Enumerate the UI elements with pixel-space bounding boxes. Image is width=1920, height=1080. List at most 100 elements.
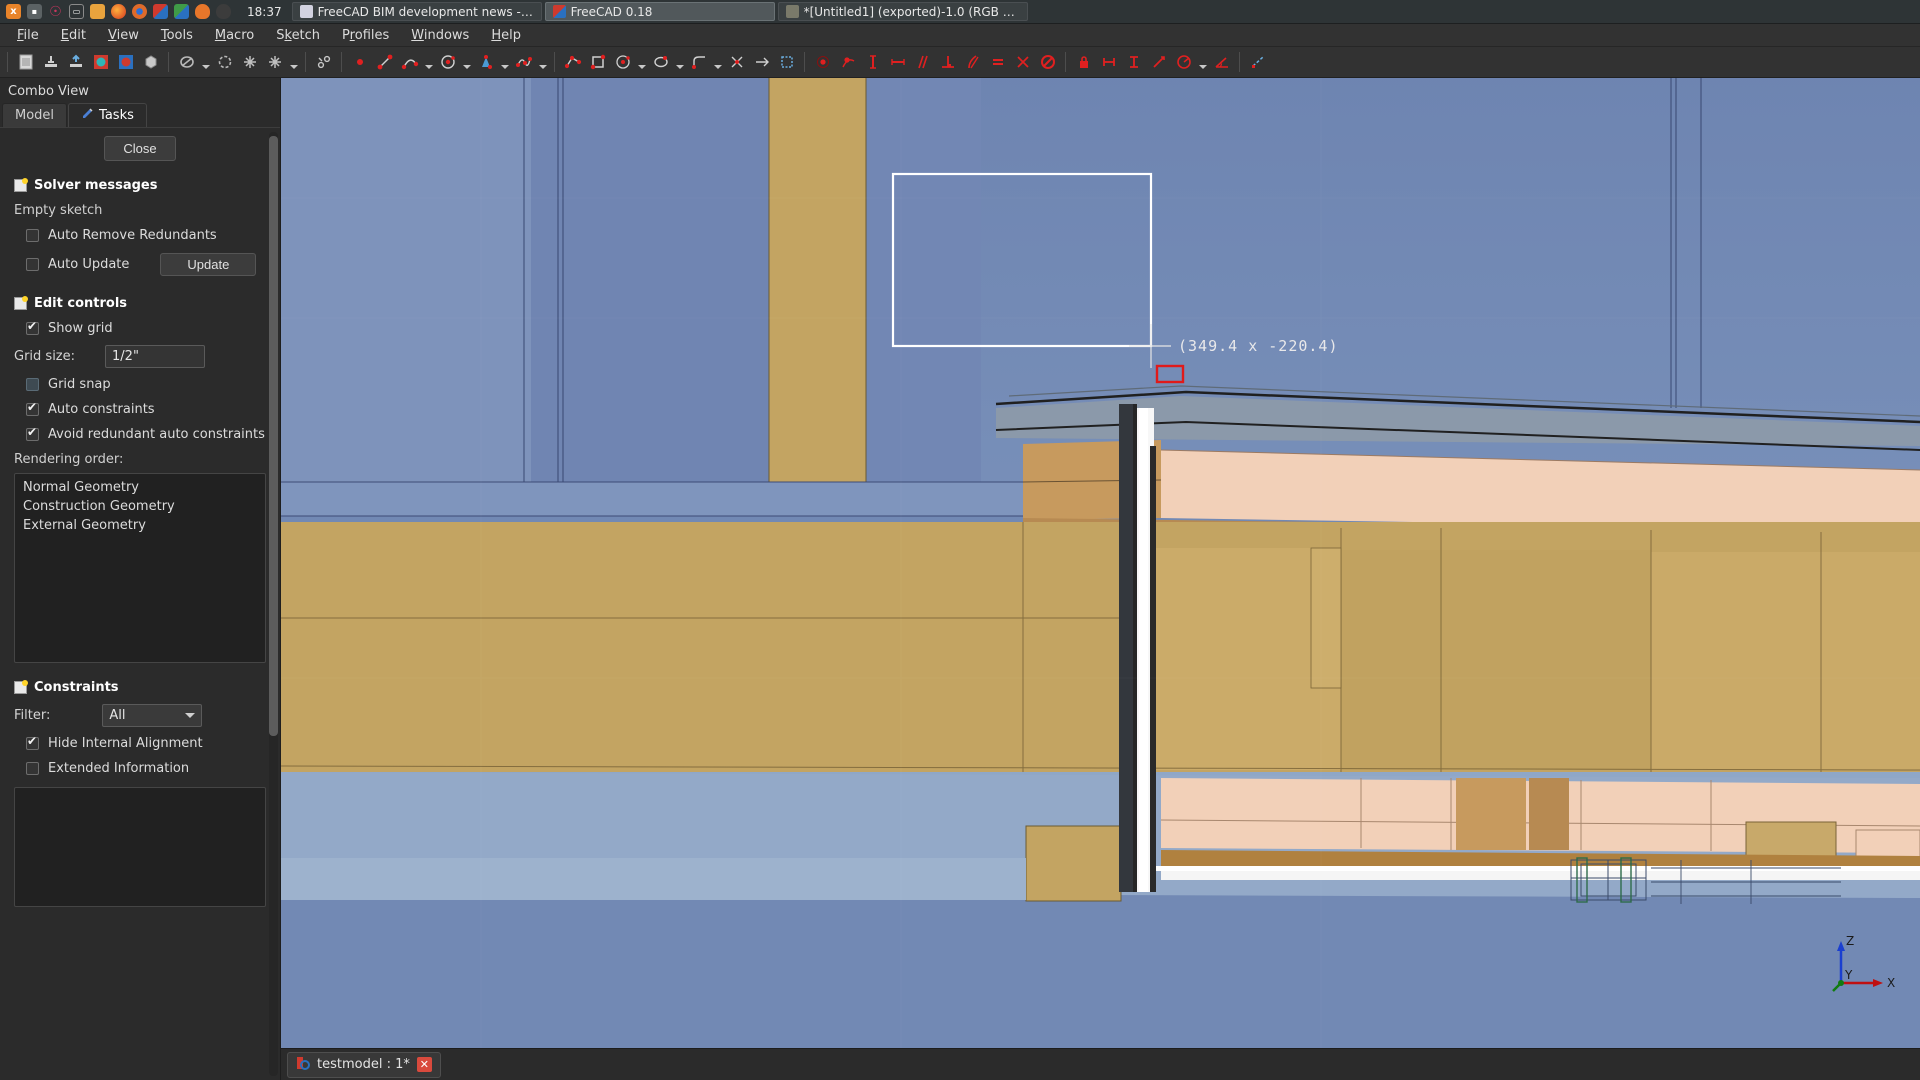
list-item[interactable]: External Geometry — [15, 516, 265, 535]
constrain-lock-icon[interactable] — [1071, 50, 1096, 75]
create-rectangle-icon[interactable] — [585, 50, 610, 75]
create-bspline-icon[interactable] — [511, 50, 536, 75]
hide-internal-alignment-row[interactable]: Hide Internal Alignment — [0, 731, 280, 756]
menu-windows[interactable]: Windows — [400, 25, 480, 46]
constrain-vertical-icon[interactable] — [860, 50, 885, 75]
menu-edit[interactable]: Edit — [50, 25, 97, 46]
app-launcher-blender-icon[interactable] — [195, 4, 210, 19]
menu-tools[interactable]: Tools — [150, 25, 204, 46]
grid-size-stepper[interactable]: ▲ ▼ — [105, 345, 205, 368]
app-launcher-firefox-icon[interactable] — [111, 4, 126, 19]
avoid-redundant-checkbox[interactable] — [26, 428, 39, 441]
extend-edge-icon[interactable] — [749, 50, 774, 75]
menu-file[interactable]: File — [6, 25, 50, 46]
constrain-tangent-icon[interactable] — [960, 50, 985, 75]
list-item[interactable]: Normal Geometry — [15, 478, 265, 497]
arc-dropdown-arrow[interactable] — [422, 50, 435, 75]
edit-sketch-icon[interactable] — [311, 50, 336, 75]
grid-snap-row[interactable]: Grid snap — [0, 372, 280, 397]
create-arc-icon[interactable] — [397, 50, 422, 75]
document-tab[interactable]: testmodel : 1* ✕ — [287, 1052, 441, 1078]
cube-icon[interactable] — [138, 50, 163, 75]
constrain-symmetric-icon[interactable] — [1010, 50, 1035, 75]
create-slot-icon[interactable] — [648, 50, 673, 75]
constrain-parallel-icon[interactable] — [910, 50, 935, 75]
constrain-coincident-icon[interactable] — [810, 50, 835, 75]
draft-snap-icon[interactable] — [237, 50, 262, 75]
show-grid-row[interactable]: Show grid — [0, 316, 280, 341]
app-launcher-draftsight-icon[interactable] — [174, 4, 189, 19]
menu-help[interactable]: Help — [480, 25, 532, 46]
snap-dropdown-arrow[interactable] — [287, 50, 300, 75]
grid-snap-checkbox[interactable] — [26, 378, 39, 391]
avoid-redundant-row[interactable]: Avoid redundant auto constraints — [0, 422, 280, 447]
constrain-distance-horizontal-icon[interactable] — [1096, 50, 1121, 75]
conic-dropdown-arrow[interactable] — [498, 50, 511, 75]
polygon-dropdown-arrow[interactable] — [635, 50, 648, 75]
constraints-section-header[interactable]: Constraints — [0, 673, 280, 700]
constrain-radius-icon[interactable] — [1171, 50, 1196, 75]
new-document-icon[interactable] — [13, 50, 38, 75]
create-conic-icon[interactable] — [473, 50, 498, 75]
trim-edge-icon[interactable] — [724, 50, 749, 75]
visibility-dropdown-arrow[interactable] — [199, 50, 212, 75]
create-polyline-icon[interactable] — [560, 50, 585, 75]
refresh-view-icon[interactable] — [212, 50, 237, 75]
taskbar-window-gimp[interactable]: *[Untitled1] (exported)-1.0 (RGB colour … — [778, 2, 1028, 21]
hide-internal-alignment-checkbox[interactable] — [26, 737, 39, 750]
taskbar-window-browser[interactable]: FreeCAD BIM development news - Dec... — [292, 2, 542, 21]
toolbar-handle[interactable] — [7, 52, 8, 72]
constrain-point-on-object-icon[interactable] — [835, 50, 860, 75]
constrain-horizontal-icon[interactable] — [885, 50, 910, 75]
update-button[interactable]: Update — [160, 253, 256, 276]
taskbar-window-freecad[interactable]: FreeCAD 0.18 — [545, 2, 775, 21]
rendering-order-list[interactable]: Normal Geometry Construction Geometry Ex… — [14, 473, 266, 663]
print-icon[interactable] — [88, 50, 113, 75]
refresh-icon[interactable] — [113, 50, 138, 75]
list-item[interactable]: Construction Geometry — [15, 497, 265, 516]
menu-profiles[interactable]: Profiles — [331, 25, 400, 46]
menu-sketch[interactable]: Sketch — [265, 25, 331, 46]
create-circle-icon[interactable] — [435, 50, 460, 75]
open-document-icon[interactable] — [38, 50, 63, 75]
auto-remove-redundants-checkbox[interactable] — [26, 229, 39, 242]
constraints-list[interactable] — [14, 787, 266, 907]
constrain-distance-vertical-icon[interactable] — [1121, 50, 1146, 75]
tab-tasks[interactable]: Tasks — [68, 103, 147, 127]
panel-scrollbar-thumb[interactable] — [269, 136, 278, 736]
solver-messages-section-header[interactable]: Solver messages — [0, 171, 280, 198]
draft-snap-alt-icon[interactable] — [262, 50, 287, 75]
extended-information-checkbox[interactable] — [26, 762, 39, 775]
save-document-icon[interactable] — [63, 50, 88, 75]
grid-size-input[interactable] — [106, 346, 280, 367]
app-launcher-x-icon[interactable]: x — [6, 4, 21, 19]
toggle-construction-icon[interactable] — [1245, 50, 1270, 75]
create-polygon-icon[interactable] — [610, 50, 635, 75]
slot-dropdown-arrow[interactable] — [673, 50, 686, 75]
radius-dropdown-arrow[interactable] — [1196, 50, 1209, 75]
edit-controls-section-header[interactable]: Edit controls — [0, 289, 280, 316]
auto-update-row[interactable]: Auto Update Update — [0, 248, 280, 281]
close-button[interactable]: Close — [104, 136, 175, 161]
app-launcher-debian-icon[interactable]: ☉ — [48, 4, 63, 19]
constrain-angle-icon[interactable] — [1209, 50, 1234, 75]
create-line-icon[interactable] — [372, 50, 397, 75]
panel-scrollbar[interactable] — [269, 132, 278, 1076]
menu-macro[interactable]: Macro — [204, 25, 265, 46]
menu-view[interactable]: View — [97, 25, 150, 46]
fillet-dropdown-arrow[interactable] — [711, 50, 724, 75]
app-launcher-window-icon[interactable]: ▪ — [27, 4, 42, 19]
app-launcher-terminal-icon[interactable]: ▭ — [69, 4, 84, 19]
bspline-dropdown-arrow[interactable] — [536, 50, 549, 75]
auto-update-checkbox[interactable] — [26, 258, 39, 271]
toggle-visibility-icon[interactable] — [174, 50, 199, 75]
app-launcher-files-icon[interactable] — [90, 4, 105, 19]
app-launcher-gimp-icon[interactable] — [216, 4, 231, 19]
3d-view-canvas[interactable]: Z X Y — [281, 78, 1920, 1080]
close-document-icon[interactable]: ✕ — [417, 1057, 432, 1072]
external-geometry-icon[interactable] — [774, 50, 799, 75]
circle-dropdown-arrow[interactable] — [460, 50, 473, 75]
tab-model[interactable]: Model — [2, 103, 67, 127]
auto-remove-redundants-row[interactable]: Auto Remove Redundants — [0, 223, 280, 248]
create-fillet-icon[interactable] — [686, 50, 711, 75]
